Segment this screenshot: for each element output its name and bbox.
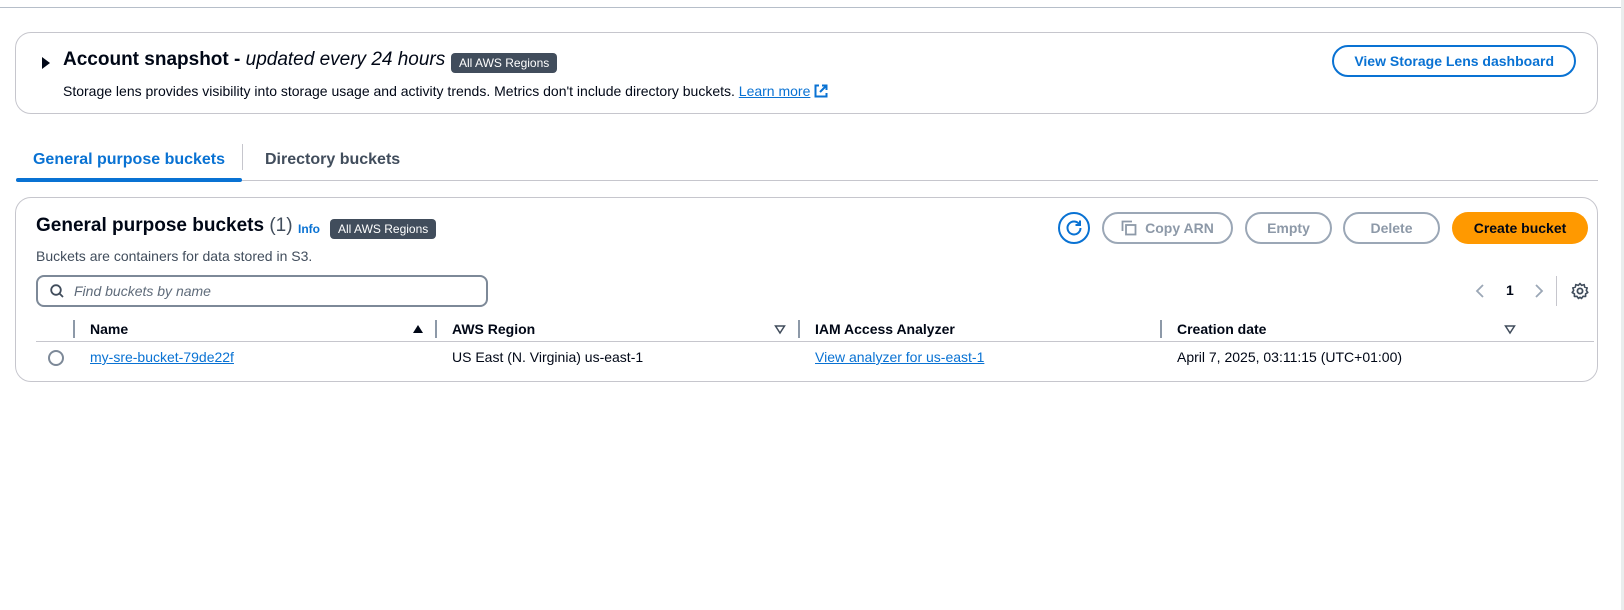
search-box[interactable] <box>36 275 488 307</box>
search-input[interactable] <box>74 283 454 299</box>
copy-arn-label: Copy ARN <box>1145 220 1214 236</box>
chevron-right-icon[interactable] <box>1534 284 1544 303</box>
learn-more-link[interactable]: Learn more <box>739 83 811 99</box>
bucket-name-link[interactable]: my-sre-bucket-79de22f <box>90 349 234 365</box>
column-divider[interactable] <box>435 320 437 338</box>
empty-button[interactable]: Empty <box>1245 212 1332 244</box>
buckets-region-badge: All AWS Regions <box>330 219 437 239</box>
pager-divider <box>1556 276 1557 306</box>
tab-directory-buckets[interactable]: Directory buckets <box>265 138 400 181</box>
bucket-creation-date: April 7, 2025, 03:11:15 (UTC+01:00) <box>1177 349 1403 365</box>
buckets-count: (1) <box>269 215 293 236</box>
buckets-description: Buckets are containers for data stored i… <box>36 248 313 264</box>
column-header-creation-date[interactable]: Creation date <box>1177 318 1266 340</box>
view-analyzer-link[interactable]: View analyzer for us-east-1 <box>815 349 984 365</box>
buckets-container: General purpose buckets (1) Info All AWS… <box>15 197 1598 382</box>
bucket-type-tabs: General purpose buckets Directory bucket… <box>16 138 1598 182</box>
refresh-button[interactable] <box>1058 212 1090 244</box>
column-header-iam-access-analyzer[interactable]: IAM Access Analyzer <box>815 318 955 340</box>
snapshot-description: Storage lens provides visibility into st… <box>63 83 828 101</box>
copy-icon <box>1121 220 1137 236</box>
search-icon <box>50 284 64 298</box>
buckets-title: General purpose buckets (1) <box>36 215 293 237</box>
chevron-left-icon[interactable] <box>1475 284 1485 303</box>
top-divider <box>0 7 1624 8</box>
account-snapshot-panel: Account snapshot - updated every 24 hour… <box>15 32 1598 114</box>
column-divider[interactable] <box>73 320 75 338</box>
current-page-number[interactable]: 1 <box>1506 282 1514 298</box>
tab-general-purpose-buckets[interactable]: General purpose buckets <box>16 138 242 182</box>
table-header: Name AWS Region IAM Access Analyzer Crea… <box>36 318 1594 342</box>
column-header-region[interactable]: AWS Region <box>452 318 535 340</box>
bucket-region: US East (N. Virginia) us-east-1 <box>452 349 644 365</box>
snapshot-region-badge: All AWS Regions <box>451 53 558 73</box>
snapshot-description-text: Storage lens provides visibility into st… <box>63 83 739 99</box>
snapshot-title-text: Account snapshot - <box>63 49 246 70</box>
sort-descending-icon[interactable] <box>1504 322 1516 340</box>
copy-arn-button[interactable]: Copy ARN <box>1102 212 1233 244</box>
sort-ascending-icon[interactable] <box>412 322 424 340</box>
sort-descending-icon[interactable] <box>774 322 786 340</box>
caret-right-icon[interactable] <box>40 55 52 71</box>
info-link[interactable]: Info <box>298 222 320 236</box>
column-divider[interactable] <box>798 320 800 338</box>
snapshot-title: Account snapshot - updated every 24 hour… <box>63 49 445 71</box>
delete-button[interactable]: Delete <box>1343 212 1440 244</box>
refresh-icon <box>1066 220 1082 236</box>
view-storage-lens-dashboard-button[interactable]: View Storage Lens dashboard <box>1332 45 1576 77</box>
settings-icon[interactable] <box>1571 282 1589 305</box>
column-header-name[interactable]: Name <box>90 318 128 340</box>
row-select-radio[interactable] <box>48 350 64 366</box>
column-divider[interactable] <box>1160 320 1162 338</box>
create-bucket-button[interactable]: Create bucket <box>1452 212 1588 244</box>
tab-divider <box>242 144 243 170</box>
table-row[interactable]: my-sre-bucket-79de22f US East (N. Virgin… <box>36 345 1594 373</box>
external-link-icon[interactable] <box>814 84 828 101</box>
buckets-title-text: General purpose buckets <box>36 215 265 236</box>
snapshot-subtitle: updated every 24 hours <box>245 49 446 70</box>
